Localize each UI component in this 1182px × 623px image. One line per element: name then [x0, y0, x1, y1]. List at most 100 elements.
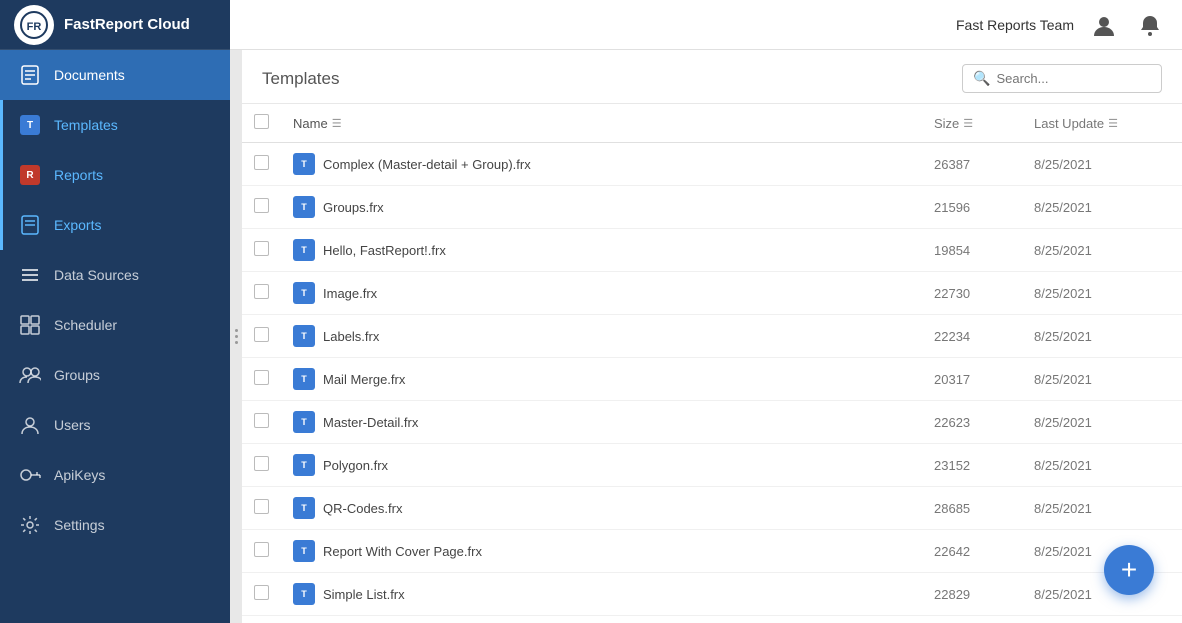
sidebar-item-data-sources[interactable]: Data Sources — [0, 250, 230, 300]
users-nav-icon — [18, 413, 42, 437]
sidebar-item-templates[interactable]: T Templates — [0, 100, 230, 150]
file-row-name-4: TLabels.frx — [293, 325, 910, 347]
expand-handle[interactable] — [230, 50, 242, 623]
file-date-cell-4: 8/25/2021 — [1022, 315, 1182, 358]
checkbox-3[interactable] — [254, 284, 269, 299]
file-size-cell-6: 22623 — [922, 401, 1022, 444]
sidebar-item-label-users: Users — [54, 417, 91, 433]
sidebar: FR FastReport Cloud DocumentsTTemplatesR… — [0, 0, 230, 623]
table-row[interactable]: TComplex (Master-detail + Group).frx 2638… — [242, 143, 1182, 186]
search-input[interactable] — [996, 71, 1151, 86]
file-name-10: Simple List.frx — [323, 587, 405, 602]
file-name-cell-3: T Image.frx — [281, 272, 922, 315]
sub-indicator — [0, 200, 3, 250]
col-size-label: Size — [934, 116, 959, 131]
checkbox-4[interactable] — [254, 327, 269, 342]
sidebar-item-groups[interactable]: Groups — [0, 350, 230, 400]
row-checkbox-7 — [242, 444, 281, 487]
file-type-badge-4: T — [293, 325, 315, 347]
file-table-container: Name ☰ Size ☰ — [242, 104, 1182, 623]
name-filter-icon[interactable]: ☰ — [332, 117, 342, 130]
settings-nav-icon — [18, 513, 42, 537]
checkbox-9[interactable] — [254, 542, 269, 557]
handle-dot-1 — [235, 329, 238, 332]
table-row[interactable]: TSubreport.frx268148/25/2021 — [242, 616, 1182, 623]
file-row-name-7: TPolygon.frx — [293, 454, 910, 476]
checkbox-2[interactable] — [254, 241, 269, 256]
search-box: 🔍 — [962, 64, 1162, 93]
table-row[interactable]: TSimple List.frx228298/25/2021 — [242, 573, 1182, 616]
file-size-cell-0: 26387 — [922, 143, 1022, 186]
size-filter-icon[interactable]: ☰ — [963, 117, 973, 130]
file-name-3: Image.frx — [323, 286, 377, 301]
file-size-cell-2: 19854 — [922, 229, 1022, 272]
file-type-badge-3: T — [293, 282, 315, 304]
sidebar-item-documents[interactable]: Documents — [0, 50, 230, 100]
file-size-cell-1: 21596 — [922, 186, 1022, 229]
sidebar-item-label-settings: Settings — [54, 517, 105, 533]
col-header-name: Name ☰ — [281, 104, 922, 143]
file-name-cell-1: TGroups.frx — [281, 186, 922, 229]
sidebar-item-settings[interactable]: Settings — [0, 500, 230, 550]
sidebar-item-label-templates: Templates — [54, 117, 118, 133]
file-name-cell-6: TMaster-Detail.frx — [281, 401, 922, 444]
groups-nav-icon — [18, 363, 42, 387]
checkbox-5[interactable] — [254, 370, 269, 385]
table-row[interactable]: T Image.frx 227308/25/2021 — [242, 272, 1182, 315]
checkbox-10[interactable] — [254, 585, 269, 600]
sidebar-item-reports[interactable]: R Reports — [0, 150, 230, 200]
file-name-7: Polygon.frx — [323, 458, 388, 473]
file-date-cell-5: 8/25/2021 — [1022, 358, 1182, 401]
checkbox-7[interactable] — [254, 456, 269, 471]
logo-icon: FR — [14, 5, 54, 45]
table-row[interactable]: TMaster-Detail.frx226238/25/2021 — [242, 401, 1182, 444]
table-row[interactable]: TReport With Cover Page.frx226428/25/202… — [242, 530, 1182, 573]
file-row-name-1: TGroups.frx — [293, 196, 910, 218]
checkbox-1[interactable] — [254, 198, 269, 213]
file-row-name-0: TComplex (Master-detail + Group).frx — [293, 153, 910, 175]
file-name-cell-10: TSimple List.frx — [281, 573, 922, 616]
checkbox-8[interactable] — [254, 499, 269, 514]
exports-nav-icon — [18, 213, 42, 237]
file-area: Templates 🔍 — [242, 50, 1182, 623]
notification-icon[interactable] — [1134, 9, 1166, 41]
sidebar-item-apikeys[interactable]: ApiKeys — [0, 450, 230, 500]
table-row[interactable]: TQR-Codes.frx286858/25/2021 — [242, 487, 1182, 530]
table-row[interactable]: TPolygon.frx231528/25/2021 — [242, 444, 1182, 487]
checkbox-0[interactable] — [254, 155, 269, 170]
file-name-cell-2: THello, FastReport!.frx — [281, 229, 922, 272]
select-all-checkbox[interactable] — [254, 114, 269, 129]
sidebar-item-scheduler[interactable]: Scheduler — [0, 300, 230, 350]
add-fab-button[interactable]: + — [1104, 545, 1154, 595]
sidebar-item-users[interactable]: Users — [0, 400, 230, 450]
file-name-cell-0: TComplex (Master-detail + Group).frx — [281, 143, 922, 186]
file-date-cell-3: 8/25/2021 — [1022, 272, 1182, 315]
apikeys-nav-icon — [18, 463, 42, 487]
file-date-cell-0: 8/25/2021 — [1022, 143, 1182, 186]
sidebar-item-exports[interactable]: Exports — [0, 200, 230, 250]
sidebar-item-label-exports: Exports — [54, 217, 101, 233]
row-checkbox-3 — [242, 272, 281, 315]
topbar: Fast Reports Team — [230, 0, 1182, 50]
sidebar-item-label-apikeys: ApiKeys — [54, 467, 105, 483]
date-filter-icon[interactable]: ☰ — [1108, 117, 1118, 130]
table-row[interactable]: TGroups.frx215968/25/2021 — [242, 186, 1182, 229]
search-icon: 🔍 — [973, 70, 990, 87]
file-size-cell-3: 22730 — [922, 272, 1022, 315]
templates-nav-icon: T — [18, 113, 42, 137]
table-row[interactable]: THello, FastReport!.frx198548/25/2021 — [242, 229, 1182, 272]
table-row[interactable]: TMail Merge.frx203178/25/2021 — [242, 358, 1182, 401]
file-date-cell-9: 8/25/2021 — [1022, 530, 1182, 573]
file-date-cell-7: 8/25/2021 — [1022, 444, 1182, 487]
handle-dot-2 — [235, 335, 238, 338]
file-name-cell-8: TQR-Codes.frx — [281, 487, 922, 530]
sidebar-nav: Documents T Templates R Reports Exports Data S… — [0, 50, 230, 623]
reports-nav-icon: R — [18, 163, 42, 187]
sidebar-item-label-reports: Reports — [54, 167, 103, 183]
file-row-name-2: THello, FastReport!.frx — [293, 239, 910, 261]
table-row[interactable]: TLabels.frx 222348/25/2021 — [242, 315, 1182, 358]
user-icon[interactable] — [1088, 9, 1120, 41]
checkbox-6[interactable] — [254, 413, 269, 428]
file-row-name-10: TSimple List.frx — [293, 583, 910, 605]
file-size-cell-4: 22234 — [922, 315, 1022, 358]
